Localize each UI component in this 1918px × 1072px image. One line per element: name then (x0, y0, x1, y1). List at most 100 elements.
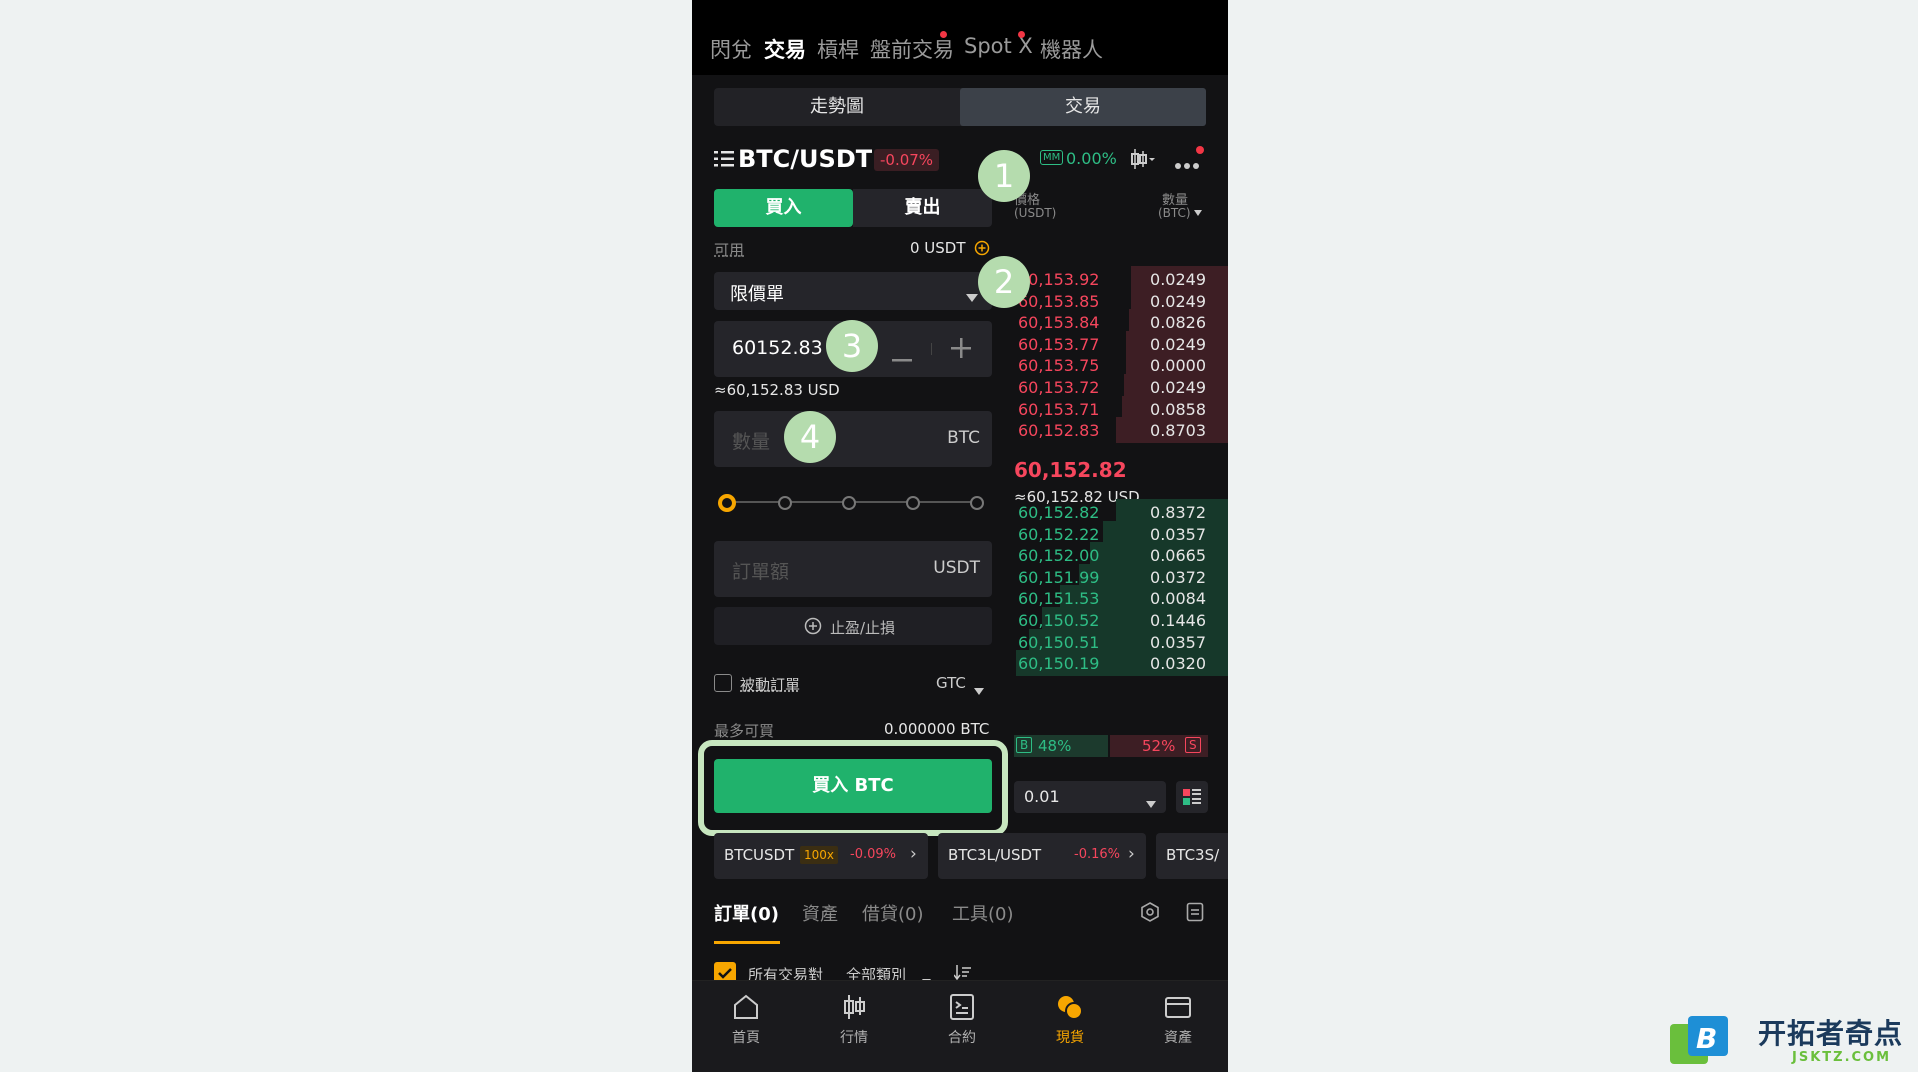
tab-assets[interactable]: 資產 (802, 900, 838, 926)
bid-price: 60,151.99 (1018, 567, 1100, 587)
site-watermark: B 开拓者奇点 JSKTZ.COM (1668, 1010, 1912, 1068)
slider-step[interactable] (778, 496, 792, 510)
ask-quantity: 0.0249 (1150, 291, 1206, 311)
tab-trade[interactable]: 交易 (764, 34, 806, 64)
plus-icon[interactable] (951, 338, 971, 358)
sell-badge: S (1185, 737, 1201, 753)
ask-quantity: 0.0249 (1150, 270, 1206, 289)
settings-icon[interactable] (1140, 902, 1160, 922)
related-chip[interactable]: BTC3L/USDT -0.16% › (938, 833, 1146, 879)
caret-down-icon (974, 680, 984, 695)
quantity-input[interactable]: 數量 BTC (714, 411, 992, 467)
nav-markets[interactable]: 行情 (814, 993, 894, 1047)
nav-assets-label: 資產 (1164, 1030, 1192, 1046)
caret-down-icon (966, 287, 978, 302)
buy-tab[interactable]: 買入 (714, 189, 853, 227)
orderbook-layout-icon[interactable] (1176, 781, 1208, 813)
nav-home-label: 首頁 (732, 1030, 760, 1046)
mid-price[interactable]: 60,152.82 (1014, 458, 1127, 482)
amount-slider[interactable] (718, 493, 986, 513)
caret-down-icon[interactable] (1194, 201, 1202, 216)
chip-symbol: BTC3S/ (1166, 846, 1220, 864)
order-amount-input[interactable]: 訂單額 USDT (714, 541, 992, 597)
add-circle-icon (804, 617, 822, 635)
quantity-placeholder: 數量 (732, 431, 771, 453)
sell-tab[interactable]: 賣出 (853, 189, 992, 227)
ask-price: 60,153.72 (1018, 378, 1100, 397)
buy-btc-button[interactable]: 買入 BTC (714, 759, 992, 813)
watermark-title: 开拓者奇点 (1758, 1017, 1904, 1050)
quantity-unit: BTC (947, 428, 980, 448)
segment-chart[interactable]: 走勢圖 (714, 88, 960, 126)
ask-quantity: 0.0826 (1150, 313, 1206, 333)
chip-change: -0.16% (1074, 847, 1120, 862)
sort-icon[interactable] (953, 963, 972, 981)
nav-spot[interactable]: 現貨 (1030, 993, 1110, 1047)
nav-home[interactable]: 首頁 (706, 993, 786, 1047)
leverage-badge: 100x (800, 846, 839, 864)
tab-margin[interactable]: 槓桿 (817, 34, 859, 64)
slider-thumb[interactable] (718, 494, 736, 512)
order-type-value: 限價單 (730, 284, 784, 305)
tpsl-button[interactable]: 止盈/止損 (714, 607, 992, 645)
bid-row[interactable]: 60,150.19 0.0320 (1012, 650, 1228, 677)
price-usd: ≈60,152.83 USD (714, 381, 840, 399)
bid-quantity: 0.0357 (1150, 632, 1206, 652)
buy-badge: B (1016, 737, 1033, 753)
chevron-right-icon: › (1128, 844, 1135, 864)
buy-percent: 48% (1038, 737, 1072, 755)
more-icon[interactable] (1174, 155, 1202, 169)
slider-step[interactable] (842, 496, 856, 510)
tab-premarket[interactable]: 盤前交易 (870, 34, 954, 64)
slider-step[interactable] (970, 496, 984, 510)
segment-trade[interactable]: 交易 (960, 88, 1206, 126)
top-nav: 閃兌 交易 槓桿 盤前交易 Spot X 機器人 (692, 0, 1228, 75)
pair-symbol[interactable]: BTC/USDT (738, 145, 872, 173)
ask-price: 60,153.84 (1018, 313, 1100, 333)
trade-panel: 走勢圖 交易 BTC/USDT -0.07% MM 0.00% 買入 賣出 可用… (692, 75, 1228, 1072)
tab-tools[interactable]: 工具(0) (952, 900, 1014, 926)
available-value: 0 USDT (910, 239, 966, 257)
candlestick-icon[interactable] (1130, 147, 1156, 171)
annotation-2: 2 (978, 256, 1030, 308)
order-history-icon[interactable] (1186, 902, 1204, 922)
wallet-icon (1165, 997, 1191, 1018)
notification-dot (1018, 31, 1025, 38)
watermark-domain: JSKTZ.COM (1792, 1050, 1892, 1065)
slider-step[interactable] (906, 496, 920, 510)
tab-loans[interactable]: 借貸(0) (862, 900, 924, 926)
ask-price: 60,153.85 (1018, 291, 1100, 311)
tif-select[interactable]: GTC (936, 674, 966, 692)
bid-price: 60,150.51 (1018, 632, 1100, 652)
precision-select[interactable]: 0.01 (1014, 781, 1166, 813)
watermark-logo-icon: B (1668, 1014, 1732, 1066)
minus-icon[interactable] (892, 347, 912, 362)
tab-swap[interactable]: 閃兌 (710, 34, 752, 64)
order-type-select[interactable]: 限價單 (714, 272, 992, 310)
bid-quantity: 0.8372 (1150, 503, 1206, 522)
qty-header-unit: (BTC) (1158, 206, 1191, 220)
price-header-unit: (USDT) (1014, 206, 1057, 220)
passive-order-label: 被動訂單 (740, 676, 801, 694)
menu-icon[interactable] (714, 149, 734, 169)
available-label: 可用 (714, 241, 745, 259)
add-funds-icon[interactable] (974, 240, 990, 256)
tab-bots[interactable]: 機器人 (1040, 34, 1103, 64)
related-chip[interactable]: BTC3S/ (1156, 833, 1228, 879)
tab-orders[interactable]: 訂單(0) (714, 900, 779, 926)
notification-dot (1196, 146, 1204, 154)
ask-row[interactable]: 60,152.83 0.8703 (1012, 417, 1228, 444)
tpsl-label: 止盈/止損 (830, 619, 896, 637)
notification-dot (940, 31, 947, 38)
passive-order-checkbox[interactable] (714, 674, 732, 692)
related-chip[interactable]: BTCUSDT 100x -0.09% › (714, 833, 928, 879)
nav-assets[interactable]: 資產 (1138, 993, 1218, 1047)
bid-price: 60,152.22 (1018, 524, 1100, 544)
ask-price: 60,153.77 (1018, 334, 1100, 354)
bottom-nav: 首頁 行情 合約 現貨 資產 (692, 980, 1228, 1072)
ask-quantity: 0.0249 (1150, 378, 1206, 397)
bid-quantity: 0.0372 (1150, 567, 1206, 587)
ask-price: 60,153.71 (1018, 399, 1100, 419)
ask-quantity: 0.0000 (1150, 356, 1206, 376)
nav-contracts[interactable]: 合約 (922, 993, 1002, 1047)
